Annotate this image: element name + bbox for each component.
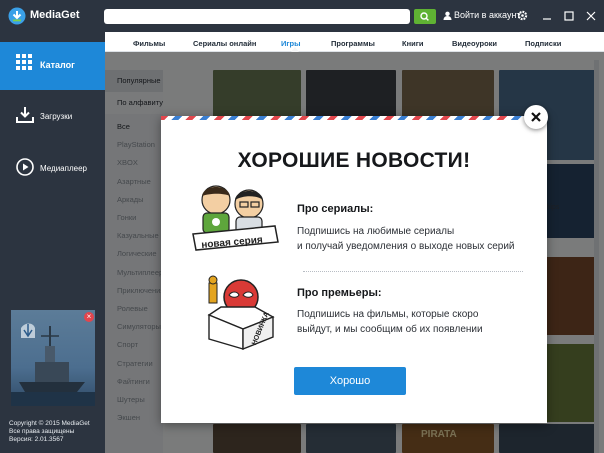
ok-button[interactable]: Хорошо — [294, 367, 406, 395]
grid-icon — [16, 54, 32, 70]
sidebar-item-mediaplayer[interactable]: Медиаплеер — [0, 146, 105, 194]
app-title: MediaGet — [30, 9, 80, 21]
search-input[interactable] — [104, 9, 410, 24]
premiere-feature-title: Про премьеры: — [297, 287, 382, 299]
sidebar-item-label: Медиаплеер — [40, 164, 87, 173]
close-window-icon[interactable] — [584, 9, 598, 23]
gear-icon[interactable] — [516, 9, 529, 22]
series-illustration: новая серия — [192, 185, 279, 251]
tab-subscriptions[interactable]: Подписки — [525, 39, 561, 48]
tab-movies[interactable]: Фильмы — [133, 39, 165, 48]
series-feature-line: Подпишись на любимые сериалы — [297, 226, 455, 237]
login-link[interactable]: Войти в аккаунт — [443, 10, 521, 20]
feature-divider — [303, 271, 523, 272]
tab-series-online[interactable]: Сериалы онлайн — [193, 39, 256, 48]
dialog-close-button[interactable] — [524, 105, 548, 129]
sidebar-item-catalog[interactable]: Каталог — [0, 42, 105, 90]
user-icon — [443, 11, 452, 20]
sidebar-item-label: Каталог — [40, 60, 75, 70]
premiere-feature-line: Подпишись на фильмы, которые скоро — [297, 309, 479, 320]
airmail-border — [161, 116, 547, 120]
category-tabs: Фильмы Сериалы онлайн Игры Программы Кни… — [105, 32, 604, 52]
sidebar-item-label: Загрузки — [40, 112, 73, 121]
sidebar-item-downloads[interactable]: Загрузки — [0, 94, 105, 142]
search-button[interactable] — [414, 9, 436, 24]
search-icon — [420, 12, 429, 21]
mediaget-logo-icon — [8, 7, 26, 25]
copyright-line: Copyright © 2015 MediaGet — [9, 420, 90, 427]
news-dialog: ХОРОШИЕ НОВОСТИ! новая серия НОВИНКА Про… — [161, 116, 547, 423]
sidebar: Каталог Загрузки Медиаплеер × Copyright … — [0, 32, 105, 453]
copyright-info: Copyright © 2015 MediaGet Все права защи… — [9, 420, 90, 444]
minimize-icon[interactable] — [540, 9, 554, 23]
series-feature-title: Про сериалы: — [297, 203, 374, 215]
series-feature-line: и получай уведомления о выходе новых сер… — [297, 241, 515, 252]
download-icon — [16, 107, 34, 123]
premiere-illustration: НОВИНКА — [207, 275, 275, 351]
ad-close-icon[interactable]: × — [84, 312, 94, 322]
close-icon — [531, 112, 541, 122]
play-icon — [16, 158, 34, 176]
premiere-feature-line: выйдут, и мы сообщим об их появлении — [297, 324, 483, 335]
tab-video-lessons[interactable]: Видеоуроки — [452, 39, 497, 48]
login-label: Войти в аккаунт — [454, 10, 521, 20]
tab-books[interactable]: Книги — [402, 39, 423, 48]
maximize-icon[interactable] — [562, 9, 576, 23]
mediaget-window: MediaGet Войти в аккаунт Каталог Загрузк… — [0, 0, 604, 453]
version-line: Версия: 2.01.3567 — [9, 436, 64, 443]
tab-programs[interactable]: Программы — [331, 39, 375, 48]
rights-line: Все права защищены — [9, 428, 75, 435]
title-bar: MediaGet Войти в аккаунт — [0, 0, 604, 32]
ad-banner[interactable] — [11, 310, 95, 406]
warship-ad-image — [11, 323, 95, 406]
dialog-title: ХОРОШИЕ НОВОСТИ! — [237, 149, 471, 172]
